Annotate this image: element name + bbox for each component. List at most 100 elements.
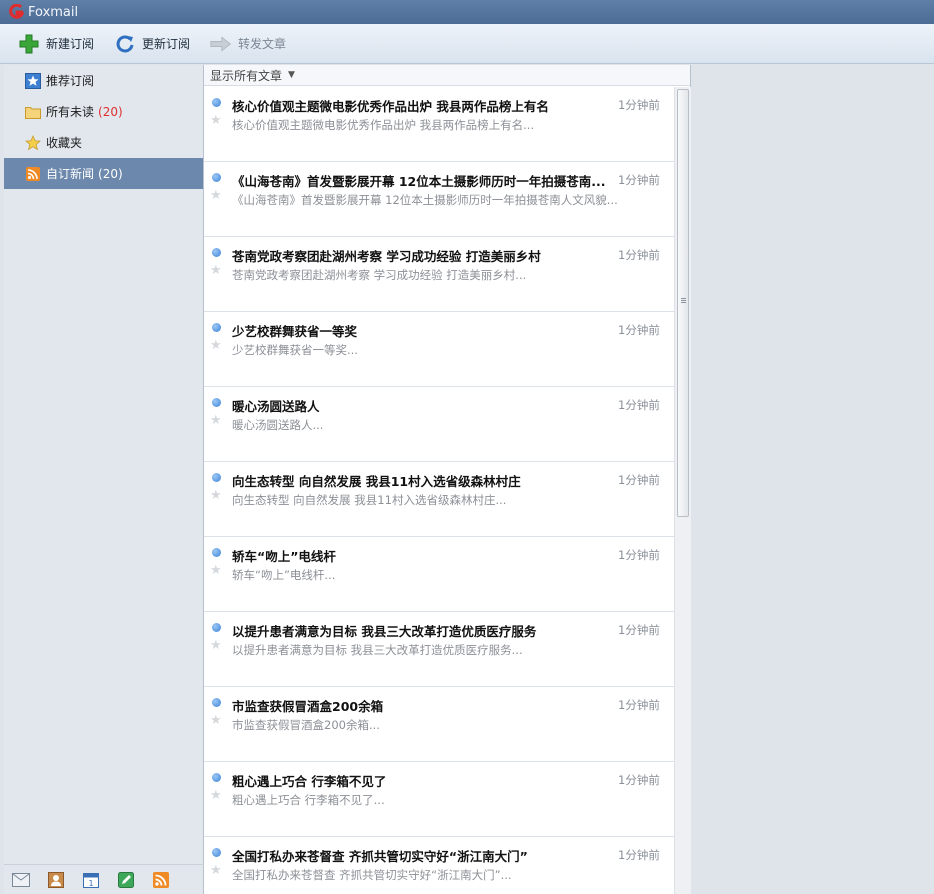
unread-dot-icon: [212, 323, 221, 332]
toolbar: 新建订阅 更新订阅 转发文章: [0, 24, 934, 64]
sidebar-item-label: 所有未读: [46, 105, 95, 119]
list-item[interactable]: ★ 市监查获假冒酒盒200余箱 1分钟前市监查获假冒酒盒200余箱...: [204, 687, 674, 762]
unread-dot-icon: [212, 473, 221, 482]
article-title: 核心价值观主题微电影优秀作品出炉 我县两作品榜上有名: [232, 99, 549, 114]
article-time: 1分钟前: [618, 848, 660, 862]
sidebar-item-label: 自订新闻: [46, 167, 95, 181]
star-icon[interactable]: ★: [210, 263, 222, 278]
star-icon[interactable]: ★: [210, 488, 222, 503]
calendar-icon[interactable]: 1: [82, 872, 100, 888]
article-time: 1分钟前: [618, 98, 660, 112]
unread-count: (20): [98, 166, 123, 181]
article-title: 少艺校群舞获省一等奖: [232, 324, 358, 339]
unread-dot-icon: [212, 848, 221, 857]
star-icon[interactable]: ★: [210, 413, 222, 428]
sidebar-item-all-unread[interactable]: 所有未读 (20): [4, 96, 203, 127]
forward-arrow-icon: [210, 33, 232, 55]
article-title: 向生态转型 向自然发展 我县11村入选省级森林村庄: [232, 474, 521, 489]
article-filter-dropdown[interactable]: 显示所有文章 ▼: [204, 65, 690, 86]
article-snippet: 《山海苍南》首发暨影展开幕 12位本土摄影师历时一年拍摄苍南人文风貌...: [232, 193, 618, 207]
list-item[interactable]: ★ 少艺校群舞获省一等奖 1分钟前少艺校群舞获省一等奖...: [204, 312, 674, 387]
star-icon[interactable]: ★: [210, 863, 222, 878]
unread-dot-icon: [212, 773, 221, 782]
article-time: 1分钟前: [618, 398, 660, 412]
star-box-icon: [25, 72, 41, 89]
rss-icon[interactable]: [152, 871, 170, 888]
article-snippet: 以提升患者满意为目标 我县三大改革打造优质医疗服务...: [232, 643, 523, 657]
sidebar: 推荐订阅 所有未读 (20) 收藏夹 自订新闻 (20) 1: [4, 65, 204, 894]
article-time: 1分钟前: [618, 773, 660, 787]
unread-dot-icon: [212, 248, 221, 257]
scrollbar-thumb[interactable]: [677, 89, 689, 517]
list-item[interactable]: ★ 轿车“吻上”电线杆 1分钟前 轿车“吻上”电线杆...: [204, 537, 674, 612]
mail-icon[interactable]: [12, 872, 30, 888]
title-bar: Foxmail: [0, 0, 934, 24]
unread-dot-icon: [212, 398, 221, 407]
article-list-pane: 显示所有文章 ▼ ★ 核心价值观主题微电影优秀作品出炉 我县两作品榜上有名 1分钟前…: [204, 65, 691, 894]
sidebar-item-label: 推荐订阅: [46, 74, 95, 88]
sidebar-item-custom-news[interactable]: 自订新闻 (20): [4, 158, 203, 189]
grip-icon: [681, 298, 686, 299]
sidebar-item-label: 收藏夹: [46, 136, 83, 150]
list-item[interactable]: ★ 全国打私办来苍督查 齐抓共管切实守好“浙江南大门” 1分钟前全国打私办来苍督查 …: [204, 837, 674, 894]
article-snippet: 轿车“吻上”电线杆...: [232, 568, 336, 582]
star-icon[interactable]: ★: [210, 563, 222, 578]
unread-dot-icon: [212, 698, 221, 707]
article-time: 1分钟前: [618, 698, 660, 712]
refresh-subscription-label: 更新订阅: [142, 37, 191, 51]
unread-dot-icon: [212, 548, 221, 557]
plus-icon: [18, 33, 40, 55]
sidebar-item-recommended[interactable]: 推荐订阅: [4, 65, 203, 96]
star-icon[interactable]: ★: [210, 788, 222, 803]
star-icon: [25, 134, 41, 151]
new-subscription-label: 新建订阅: [46, 37, 95, 51]
article-list: ★ 核心价值观主题微电影优秀作品出炉 我县两作品榜上有名 1分钟前 核心价值观主题微电…: [204, 87, 674, 894]
list-item[interactable]: ★ 粗心遇上巧合 行李箱不见了 1分钟前 粗心遇上巧合 行李箱不见了...: [204, 762, 674, 837]
unread-dot-icon: [212, 623, 221, 632]
folder-icon: [25, 104, 41, 120]
list-item[interactable]: ★ 苍南党政考察团赴湖州考察 学习成功经验 打造美丽乡村 1分钟前苍南党政考察团赴湖…: [204, 237, 674, 312]
notes-icon[interactable]: [117, 871, 135, 888]
list-item[interactable]: ★ 以提升患者满意为目标 我县三大改革打造优质医疗服务 1分钟前 以提升患者满意为目标…: [204, 612, 674, 687]
article-snippet: 苍南党政考察团赴湖州考察 学习成功经验 打造美丽乡村...: [232, 268, 527, 282]
list-item[interactable]: ★ 暖心汤圆送路人 1分钟前暖心汤圆送路人...: [204, 387, 674, 462]
article-snippet: 市监查获假冒酒盒200余箱...: [232, 718, 380, 732]
unread-count: (20): [98, 104, 123, 119]
refresh-icon: [114, 33, 136, 55]
module-switcher: 1: [4, 864, 204, 894]
star-icon[interactable]: ★: [210, 113, 222, 128]
article-title: 轿车“吻上”电线杆: [232, 549, 336, 564]
article-time: 1分钟前: [618, 248, 660, 262]
refresh-subscription-button[interactable]: 更新订阅: [114, 30, 190, 58]
article-title: 全国打私办来苍督查 齐抓共管切实守好“浙江南大门”: [232, 849, 528, 864]
list-item[interactable]: ★ 向生态转型 向自然发展 我县11村入选省级森林村庄 1分钟前 向生态转型 向自然发…: [204, 462, 674, 537]
star-icon[interactable]: ★: [210, 188, 222, 203]
article-time: 1分钟前: [618, 323, 660, 337]
article-snippet: 少艺校群舞获省一等奖...: [232, 343, 358, 357]
article-snippet: 向生态转型 向自然发展 我县11村入选省级森林村庄...: [232, 493, 507, 507]
contacts-icon[interactable]: [47, 871, 65, 888]
article-title: 《山海苍南》首发暨影展开幕 12位本土摄影师历时一年拍摄苍南...: [232, 174, 606, 189]
forward-article-label: 转发文章: [238, 37, 287, 51]
scrollbar[interactable]: [674, 87, 691, 894]
article-title: 市监查获假冒酒盒200余箱: [232, 699, 384, 714]
new-subscription-button[interactable]: 新建订阅: [18, 30, 94, 58]
list-item[interactable]: ★ 《山海苍南》首发暨影展开幕 12位本土摄影师历时一年拍摄苍南... 1分钟前 《山…: [204, 162, 674, 237]
article-snippet: 粗心遇上巧合 行李箱不见了...: [232, 793, 385, 807]
article-title: 暖心汤圆送路人: [232, 399, 320, 414]
article-snippet: 暖心汤圆送路人...: [232, 418, 324, 432]
article-snippet: 核心价值观主题微电影优秀作品出炉 我县两作品榜上有名...: [232, 118, 535, 132]
star-icon[interactable]: ★: [210, 713, 222, 728]
article-time: 1分钟前: [618, 623, 660, 637]
unread-dot-icon: [212, 173, 221, 182]
star-icon[interactable]: ★: [210, 638, 222, 653]
app-title: Foxmail: [28, 4, 79, 20]
star-icon[interactable]: ★: [210, 338, 222, 353]
sidebar-item-favorites[interactable]: 收藏夹: [4, 127, 203, 158]
article-title: 苍南党政考察团赴湖州考察 学习成功经验 打造美丽乡村: [232, 249, 541, 264]
list-item[interactable]: ★ 核心价值观主题微电影优秀作品出炉 我县两作品榜上有名 1分钟前核心价值观主题微电…: [204, 87, 674, 162]
svg-text:1: 1: [88, 879, 93, 888]
preview-pane: [691, 65, 934, 894]
article-snippet: 全国打私办来苍督查 齐抓共管切实守好“浙江南大门”...: [232, 868, 512, 882]
forward-article-button[interactable]: 转发文章: [210, 30, 286, 58]
